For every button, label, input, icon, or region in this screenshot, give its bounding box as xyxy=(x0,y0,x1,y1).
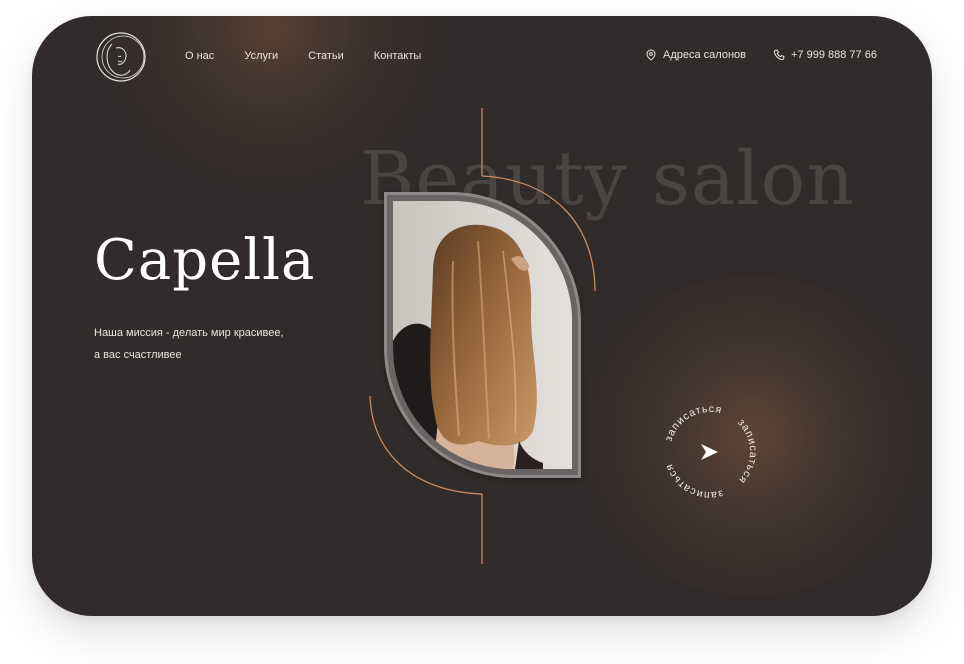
main-nav: О нас Услуги Статьи Контакты xyxy=(185,49,421,63)
booking-text-c: записаться xyxy=(663,462,725,501)
mission-text: Наша миссия - делать мир красивее, а вас… xyxy=(94,322,284,366)
location-pin-icon xyxy=(646,49,656,61)
hero-photo-frame xyxy=(384,192,581,478)
salon-addresses-link[interactable]: Адреса салонов xyxy=(645,49,746,61)
arrow-icon xyxy=(701,444,718,460)
circular-booking-badge: записаться записаться записаться xyxy=(663,403,759,501)
mission-line-2: а вас счастливее xyxy=(94,349,182,361)
phone-icon xyxy=(773,49,785,61)
hero-photo xyxy=(393,201,572,469)
nav-item-contacts[interactable]: Контакты xyxy=(374,49,422,63)
phone-number: +7 999 888 77 66 xyxy=(791,49,877,61)
brand-title: Capella xyxy=(94,228,316,293)
salon-addresses-label: Адреса салонов xyxy=(663,49,746,61)
book-appointment-button[interactable]: записаться записаться записаться xyxy=(658,400,762,504)
woman-hair-image xyxy=(393,201,572,469)
phone-link[interactable]: +7 999 888 77 66 xyxy=(773,49,877,61)
nav-item-services[interactable]: Услуги xyxy=(244,49,278,63)
face-logo-icon xyxy=(96,32,146,82)
page-frame: О нас Услуги Статьи Контакты Адреса сало… xyxy=(32,16,932,616)
logo[interactable] xyxy=(94,30,148,84)
booking-text-a: записаться xyxy=(663,403,724,443)
nav-item-articles[interactable]: Статьи xyxy=(308,49,344,63)
booking-text-b: записаться xyxy=(735,417,759,487)
mission-line-1: Наша миссия - делать мир красивее, xyxy=(94,327,284,339)
nav-item-about[interactable]: О нас xyxy=(185,49,214,63)
